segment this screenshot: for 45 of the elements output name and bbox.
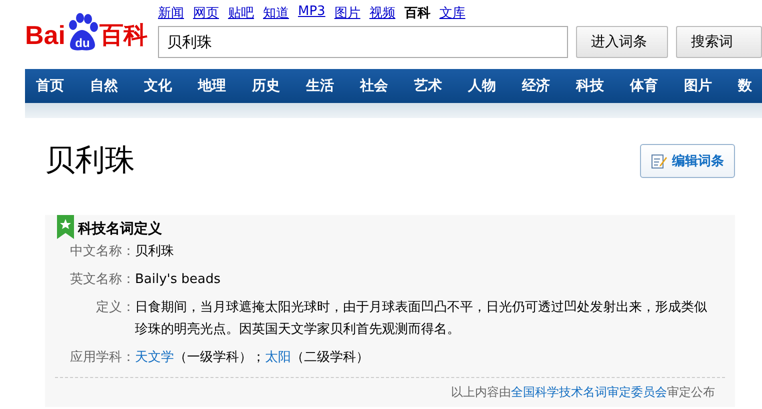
search-field[interactable]: 贝利珠: [158, 26, 568, 58]
link[interactable]: 天文学: [135, 350, 174, 365]
nav-item[interactable]: 首页: [36, 77, 72, 95]
top-link[interactable]: 文库: [439, 4, 466, 22]
edit-icon: [651, 152, 667, 168]
field-value: 日食期间，当月球遮掩太阳光球时，由于月球表面凹凸不平，日光仍可透过凹处发射出来，形成类似珍珠的明亮光点。因英国天文学家贝利首先观测而得名。: [135, 299, 708, 339]
nav-item[interactable]: 人物: [468, 77, 504, 95]
logo-text: 百科: [99, 24, 148, 48]
nav-item[interactable]: 科技: [576, 77, 612, 95]
nav-item[interactable]: 历史: [252, 77, 288, 95]
field-label: 中文名称：: [69, 243, 135, 261]
logo-text: du: [75, 37, 90, 49]
field-value: 贝利珠: [135, 243, 175, 261]
top-link[interactable]: 知道: [263, 4, 289, 22]
link[interactable]: 太阳: [265, 350, 291, 365]
top-link[interactable]: 图片: [334, 4, 360, 22]
link[interactable]: 全国科学技术名词审定委员会: [511, 385, 667, 399]
top-link[interactable]: 贴吧: [228, 4, 254, 22]
field-label: 应用学科：: [69, 349, 135, 367]
nav-item[interactable]: 经济: [522, 77, 558, 95]
field-value: Baily's beads: [135, 271, 222, 289]
nav-item[interactable]: 自然: [90, 77, 126, 95]
nav-item[interactable]: 地理: [198, 77, 234, 95]
nav-item[interactable]: 社会: [360, 77, 396, 95]
top-link[interactable]: 视频: [369, 4, 396, 22]
top-link[interactable]: 网页: [193, 4, 219, 22]
top-link[interactable]: 新闻: [158, 4, 184, 22]
search-button[interactable]: 搜索词: [676, 26, 762, 58]
edit-button[interactable]: 编辑词条: [640, 144, 735, 178]
nav-item[interactable]: 数: [738, 77, 762, 95]
page-title: 贝利珠: [45, 142, 135, 180]
nav-item[interactable]: 体育: [630, 77, 666, 95]
card-title: 科技名词定义: [78, 220, 162, 238]
field-label: 定义：: [95, 299, 135, 317]
top-link[interactable]: 百科: [404, 4, 430, 22]
top-link[interactable]: MP3: [298, 4, 326, 22]
nav-item[interactable]: 文化: [144, 77, 180, 95]
logo-text: Bai: [25, 22, 66, 48]
field-label: 英文名称：: [69, 271, 135, 289]
search-button[interactable]: 进入词条: [576, 26, 668, 58]
field-value: 天文学（一级学科）；太阳（二级学科）: [135, 349, 370, 367]
nav-item[interactable]: 图片: [684, 77, 720, 95]
nav-item[interactable]: 生活: [306, 77, 342, 95]
source-note: 以上内容由全国科学技术名词审定委员会审定公布: [451, 385, 715, 399]
nav-item[interactable]: 艺术: [414, 77, 450, 95]
